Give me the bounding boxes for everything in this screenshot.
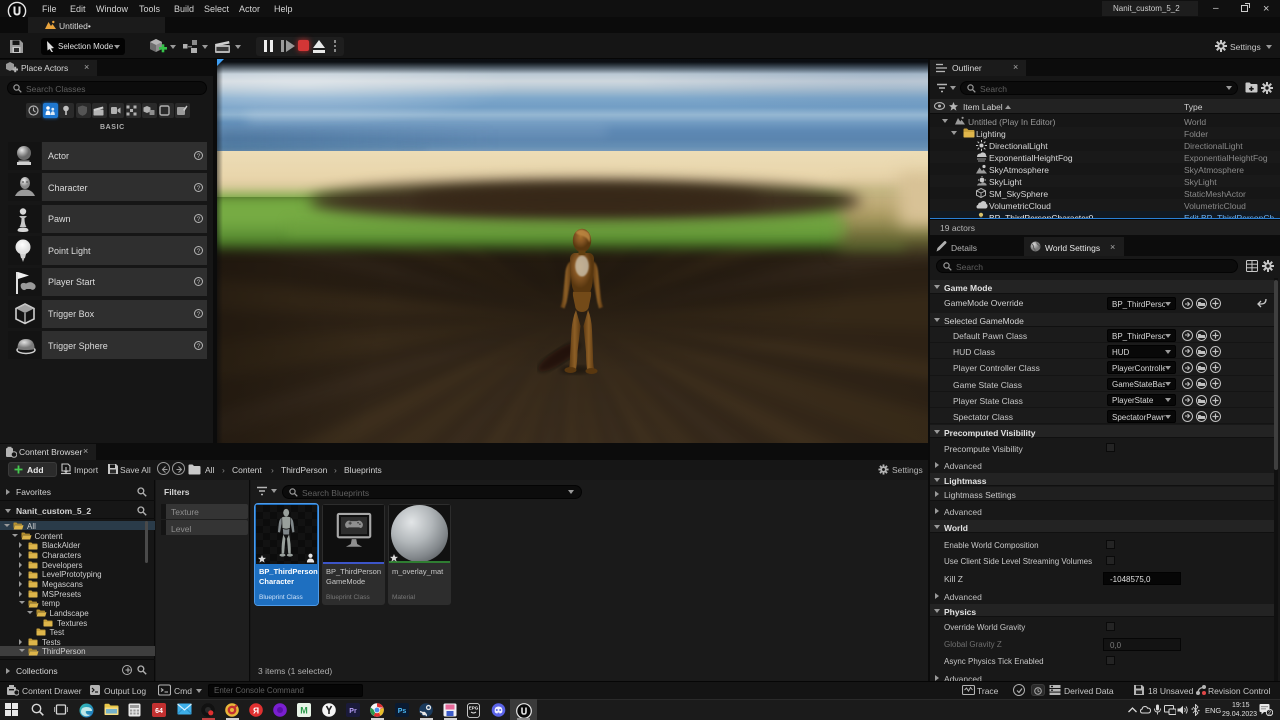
- svg-text:Ps: Ps: [398, 708, 407, 715]
- svg-text:Я: Я: [253, 705, 259, 715]
- svg-text:2: 2: [1268, 711, 1271, 716]
- svg-text:64: 64: [155, 708, 163, 715]
- svg-text:Pr: Pr: [349, 708, 357, 715]
- svg-text:M: M: [300, 706, 308, 716]
- svg-text:EPG: EPG: [469, 706, 479, 711]
